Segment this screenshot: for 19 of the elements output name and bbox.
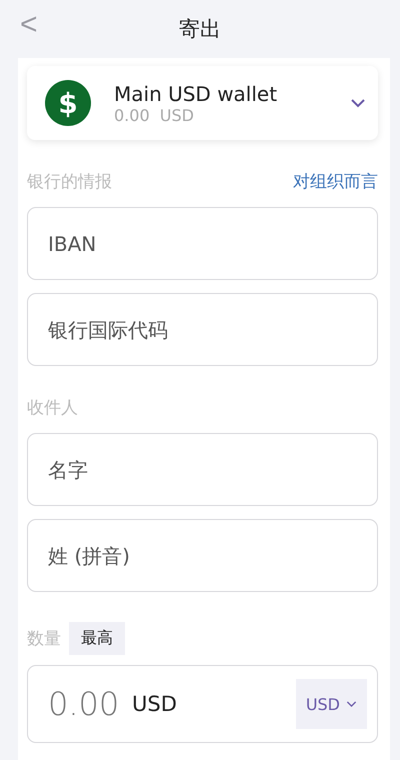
organization-link[interactable]: 对组织而言: [293, 170, 378, 193]
amount-field[interactable]: 0.00 USD USD: [27, 665, 378, 743]
chevron-down-icon: [346, 699, 357, 709]
amount-label: 数量: [27, 628, 61, 650]
wallet-selector[interactable]: $ Main USD wallet 0.00 USD: [27, 66, 378, 140]
section-label: 收件人: [27, 397, 78, 419]
input-field[interactable]: 名字: [27, 433, 378, 506]
max-button[interactable]: 最高: [69, 622, 125, 655]
unit-label: USD: [132, 692, 178, 716]
wallet-name: Main USD wallet: [114, 82, 278, 106]
page-title: 寄出: [179, 16, 221, 43]
wallet-balance: 0.00 USD: [114, 106, 195, 124]
currency-dropdown[interactable]: USD: [296, 679, 367, 729]
dollar-coin-icon: $: [45, 80, 91, 126]
chevron-down-icon: [350, 98, 366, 108]
input-field[interactable]: 姓 (拼音): [27, 519, 378, 592]
input-field[interactable]: IBAN: [27, 207, 378, 280]
section-label: 银行的情报: [27, 171, 112, 193]
input-field[interactable]: 银行国际代码: [27, 293, 378, 366]
